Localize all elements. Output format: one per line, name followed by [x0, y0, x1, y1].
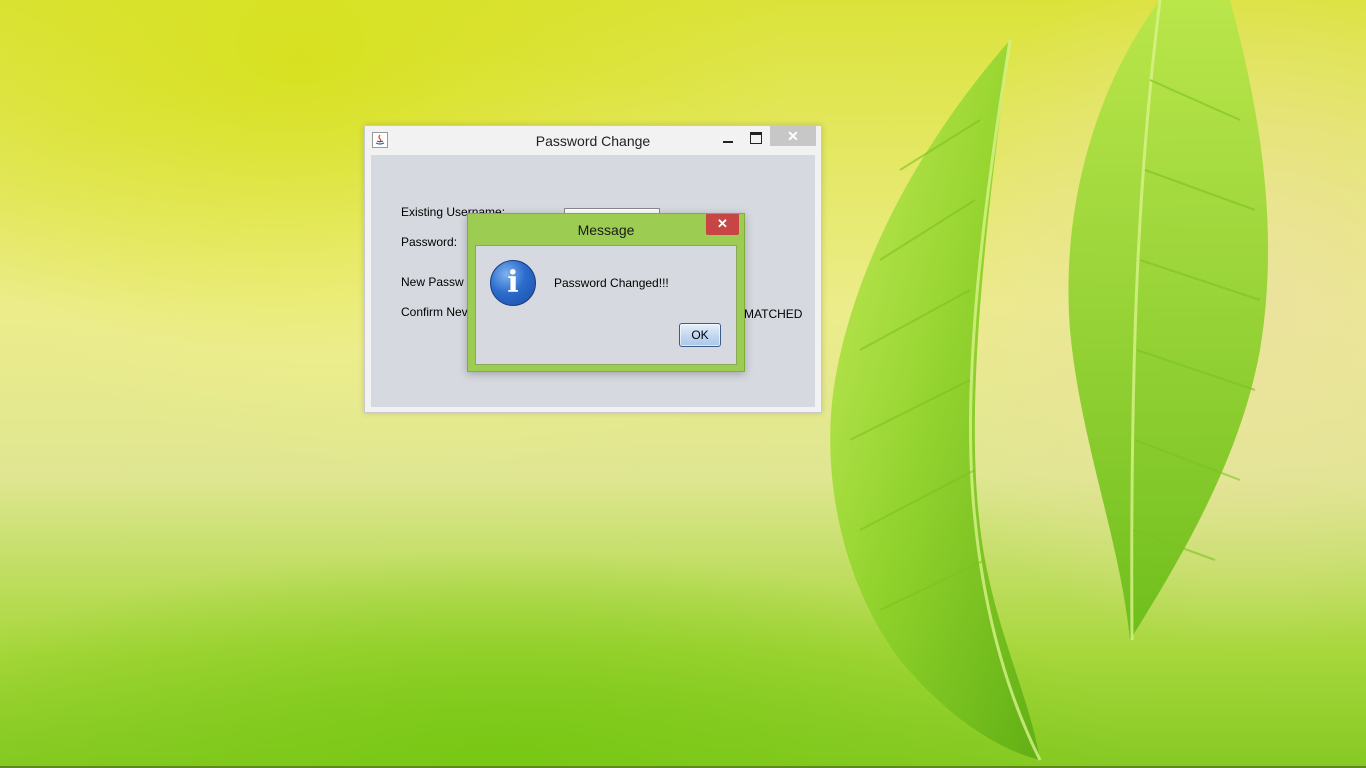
password-label: Password: — [401, 235, 458, 249]
match-status-label: MATCHED — [744, 307, 803, 321]
dialog-message: Password Changed!!! — [554, 276, 669, 290]
dialog-close-button[interactable]: ✕ — [706, 214, 739, 235]
minimize-button[interactable] — [717, 129, 739, 149]
dialog-body: i Password Changed!!! OK — [475, 245, 737, 365]
message-dialog: Message ✕ i Password Changed!!! OK — [467, 213, 745, 372]
maximize-button[interactable] — [745, 129, 767, 149]
close-button[interactable]: ✕ — [770, 126, 816, 146]
dialog-title: Message — [577, 222, 635, 238]
info-icon: i — [490, 260, 536, 306]
new-password-label: New Passw — [401, 275, 464, 289]
title-bar[interactable]: Password Change ✕ — [365, 126, 821, 155]
confirm-password-label: Confirm Nev — [401, 305, 468, 319]
ok-button[interactable]: OK — [679, 323, 721, 347]
desktop: Password Change ✕ Existing Username: Pas… — [0, 0, 1366, 768]
